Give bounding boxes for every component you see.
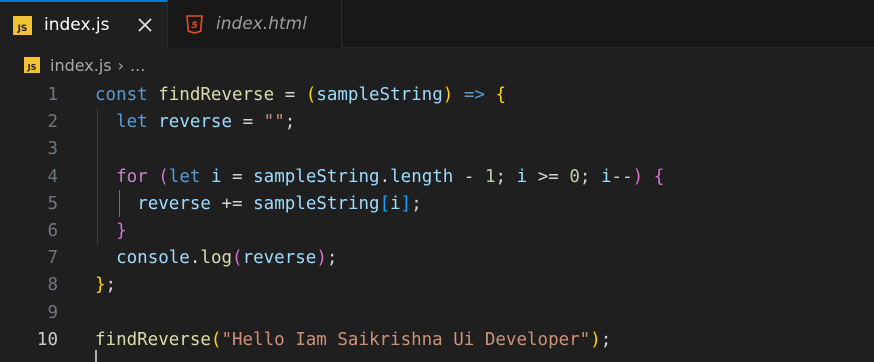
tab-index-html[interactable]: 5 index.html bbox=[169, 0, 342, 48]
line-number: 8 bbox=[47, 275, 58, 296]
indent-guide bbox=[97, 109, 98, 244]
code-line[interactable]: 1 const findReverse = (sampleString) => { bbox=[0, 82, 874, 109]
breadcrumb-separator-icon: › bbox=[117, 55, 125, 75]
line-number: 1 bbox=[47, 85, 58, 105]
close-icon[interactable] bbox=[135, 15, 155, 35]
breadcrumb: JS index.js › ... bbox=[0, 48, 874, 82]
line-number: 7 bbox=[47, 248, 58, 269]
code-line[interactable]: 8}; bbox=[0, 272, 874, 299]
line-number: 10 bbox=[36, 329, 58, 350]
tab-label: index.js bbox=[44, 15, 110, 35]
javascript-file-icon: JS bbox=[13, 15, 32, 35]
breadcrumb-file[interactable]: index.js bbox=[50, 56, 112, 75]
line-number: 5 bbox=[47, 193, 58, 214]
svg-text:5: 5 bbox=[191, 21, 197, 31]
line-number: 2 bbox=[47, 112, 58, 133]
code-text: for (let i = sampleString.length - 1; i … bbox=[116, 166, 665, 187]
javascript-file-icon: JS bbox=[24, 57, 40, 73]
line-number: 6 bbox=[47, 221, 58, 241]
line-number: 3 bbox=[47, 139, 58, 160]
breadcrumb-more[interactable]: ... bbox=[130, 56, 145, 75]
code-text: console.log(reverse); bbox=[116, 248, 338, 269]
code-text: reverse += sampleString[i]; bbox=[137, 193, 422, 214]
code-line[interactable]: 9 bbox=[0, 300, 874, 327]
code-text: const findReverse = (sampleString) => { bbox=[95, 85, 507, 105]
code-text: }; bbox=[95, 275, 117, 296]
tab-label: index.html bbox=[216, 14, 307, 34]
code-editor: JS index.js 5 index.html JS index.js › .… bbox=[0, 0, 874, 362]
code-text: } bbox=[116, 221, 127, 241]
line-number: 4 bbox=[47, 166, 58, 187]
tab-bar: JS index.js 5 index.html bbox=[0, 0, 874, 48]
code-line[interactable]: 3 bbox=[0, 136, 874, 163]
code-line[interactable]: 7 console.log(reverse); bbox=[0, 245, 874, 272]
tab-index-js[interactable]: JS index.js bbox=[0, 0, 168, 48]
line-number: 9 bbox=[47, 302, 58, 323]
indent-guide bbox=[119, 190, 120, 217]
code-text: let reverse = ""; bbox=[116, 112, 296, 133]
code-text: findReverse("Hello Iam Saikrishna Ui Dev… bbox=[95, 329, 612, 350]
code-line[interactable]: 6 } bbox=[0, 218, 874, 245]
code-line[interactable]: 5 reverse += sampleString[i]; bbox=[0, 191, 874, 218]
text-cursor bbox=[95, 350, 97, 362]
code-line[interactable]: 10 findReverse("Hello Iam Saikrishna Ui D… bbox=[0, 327, 874, 354]
html5-file-icon: 5 bbox=[186, 14, 203, 34]
code-line[interactable]: 2 let reverse = ""; bbox=[0, 109, 874, 136]
code-line[interactable]: 4 for (let i = sampleString.length - 1; … bbox=[0, 164, 874, 191]
